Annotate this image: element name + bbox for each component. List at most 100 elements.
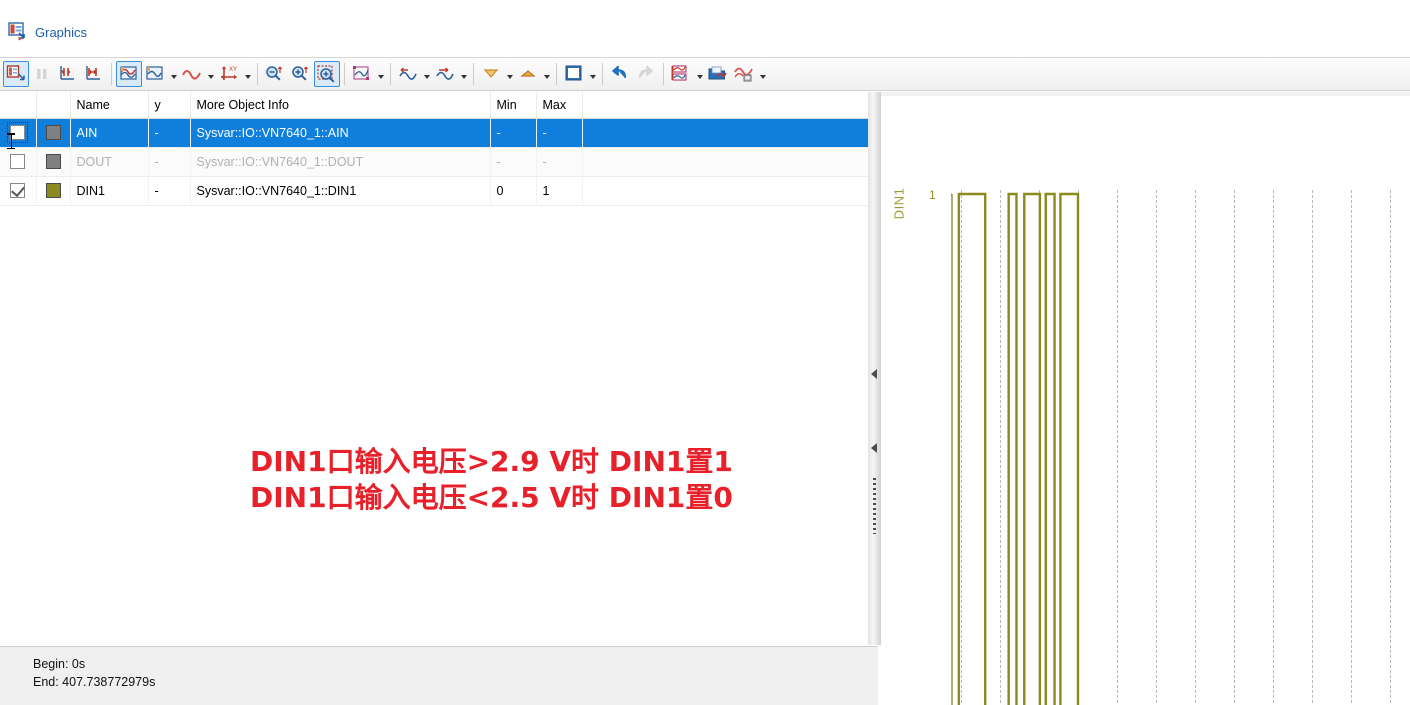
text-cursor-icon xyxy=(7,133,15,149)
graphics-toolbar[interactable]: XY xyxy=(0,57,1410,91)
chevron-down-icon[interactable] xyxy=(504,61,515,87)
row-color-cell[interactable] xyxy=(36,176,71,206)
undo-icon[interactable] xyxy=(607,61,633,87)
row-object-info: Sysvar::IO::VN7640_1::DIN1 xyxy=(190,176,491,206)
marker-down-icon[interactable] xyxy=(478,61,504,87)
row-min: 0 xyxy=(490,176,537,206)
row-checkbox-cell[interactable] xyxy=(0,147,37,177)
toolbar-separator xyxy=(390,63,391,85)
panel-layout-icon[interactable] xyxy=(561,61,587,87)
signal-color-swatch[interactable] xyxy=(45,183,61,199)
row-max: - xyxy=(536,147,583,177)
row-object-info: Sysvar::IO::VN7640_1::AIN xyxy=(190,118,491,148)
chevron-down-icon[interactable] xyxy=(375,61,386,87)
toolbar-separator xyxy=(111,63,112,85)
open-measurement-icon[interactable] xyxy=(705,61,731,87)
chevron-down-icon[interactable] xyxy=(694,61,705,87)
marker-up-icon[interactable] xyxy=(515,61,541,87)
toolbar-separator xyxy=(556,63,557,85)
row-checkbox-cell[interactable] xyxy=(0,176,37,206)
graphic-curve-icon[interactable] xyxy=(116,61,142,87)
measure-cursor-right-icon[interactable] xyxy=(432,61,458,87)
y-tick-label-1: 1 xyxy=(929,188,936,202)
fit-to-window-icon[interactable] xyxy=(55,61,81,87)
chart-top-band xyxy=(881,92,1410,96)
graphic-curve-alt-icon[interactable] xyxy=(142,61,168,87)
chevron-down-icon[interactable] xyxy=(587,61,598,87)
configure-signals-icon[interactable] xyxy=(668,61,694,87)
sine-curve-icon[interactable] xyxy=(179,61,205,87)
column-header-check xyxy=(0,92,37,119)
signal-color-swatch[interactable] xyxy=(45,125,61,141)
signal-chart[interactable]: DIN1 1 0 020406080100120140160180200220 xyxy=(881,92,1410,705)
status-end: End: 407.738772979s xyxy=(33,675,156,689)
column-header-more-object-info[interactable]: More Object Info xyxy=(190,92,491,119)
save-curve-icon[interactable] xyxy=(731,61,757,87)
row-extra xyxy=(582,118,878,148)
column-header-max[interactable]: Max xyxy=(536,92,583,119)
row-name: DIN1 xyxy=(70,176,149,206)
svg-text:XY: XY xyxy=(229,67,237,73)
row-object-info: Sysvar::IO::VN7640_1::DOUT xyxy=(190,147,491,177)
xy-axis-icon[interactable]: XY xyxy=(216,61,242,87)
pause-icon[interactable] xyxy=(29,61,55,87)
visibility-checkbox[interactable] xyxy=(10,154,26,170)
row-min: - xyxy=(490,147,537,177)
row-y: - xyxy=(148,176,191,206)
collapse-left-arrow-icon[interactable] xyxy=(871,443,877,453)
status-begin: Begin: 0s xyxy=(33,657,86,671)
row-color-cell[interactable] xyxy=(36,147,71,177)
row-y: - xyxy=(148,147,191,177)
zoom-out-icon[interactable] xyxy=(262,61,288,87)
row-color-cell[interactable] xyxy=(36,118,71,148)
chevron-down-icon[interactable] xyxy=(205,61,216,87)
table-header-row: Name y More Object Info Min Max xyxy=(0,92,878,119)
splitter-grip[interactable] xyxy=(873,478,876,534)
signal-color-swatch[interactable] xyxy=(45,154,61,170)
annotation-line-1: DIN1口输入电压>2.9 V时 DIN1置1 xyxy=(250,445,733,478)
annotation-text: DIN1口输入电压>2.9 V时 DIN1置1 DIN1口输入电压<2.5 V时… xyxy=(250,444,850,516)
row-y: - xyxy=(148,118,191,148)
redo-icon[interactable] xyxy=(633,61,659,87)
row-max: 1 xyxy=(536,176,583,206)
chevron-down-icon[interactable] xyxy=(421,61,432,87)
toolbar-separator xyxy=(344,63,345,85)
column-header-y[interactable]: y xyxy=(148,92,191,119)
chevron-down-icon[interactable] xyxy=(458,61,469,87)
row-checkbox-cell[interactable] xyxy=(0,118,37,148)
measure-cursor-left-icon[interactable] xyxy=(395,61,421,87)
table-row[interactable]: DOUT - Sysvar::IO::VN7640_1::DOUT - - xyxy=(0,147,878,177)
toolbar-separator xyxy=(602,63,603,85)
table-row[interactable]: DIN1 - Sysvar::IO::VN7640_1::DIN1 0 1 xyxy=(0,176,878,206)
zoom-in-icon[interactable] xyxy=(288,61,314,87)
toolbar-separator xyxy=(663,63,664,85)
signal-waveform xyxy=(957,192,1080,705)
column-header-min[interactable]: Min xyxy=(490,92,537,119)
collapse-left-arrow-icon[interactable] xyxy=(871,369,877,379)
page-title: Graphics xyxy=(35,24,88,40)
panel-splitter[interactable] xyxy=(868,92,881,645)
chevron-down-icon[interactable] xyxy=(242,61,253,87)
table-row[interactable]: AIN - Sysvar::IO::VN7640_1::AIN - - xyxy=(0,118,878,148)
row-max: - xyxy=(536,118,583,148)
show-measurement-window-icon[interactable] xyxy=(3,61,29,87)
chevron-down-icon[interactable] xyxy=(541,61,552,87)
column-header-name[interactable]: Name xyxy=(70,92,149,119)
chevron-down-icon[interactable] xyxy=(757,61,768,87)
status-bar: Begin: 0s End: 407.738772979s xyxy=(0,646,878,705)
object-table: Name y More Object Info Min Max AIN - Sy… xyxy=(0,92,878,206)
zoom-fit-icon[interactable] xyxy=(349,61,375,87)
visibility-checkbox[interactable] xyxy=(10,182,26,199)
toolbar-separator xyxy=(473,63,474,85)
plot-area[interactable] xyxy=(953,190,1410,705)
row-min: - xyxy=(490,118,537,148)
graphics-window-icon xyxy=(8,22,28,42)
zoom-area-icon[interactable] xyxy=(314,61,340,87)
annotation-line-2: DIN1口输入电压<2.5 V时 DIN1置0 xyxy=(250,481,733,514)
chevron-down-icon[interactable] xyxy=(168,61,179,87)
measure-range-icon[interactable] xyxy=(81,61,107,87)
row-extra xyxy=(582,147,878,177)
y-axis-label: DIN1 xyxy=(891,187,907,220)
column-header-extra xyxy=(582,92,878,119)
window-title-row: Graphics xyxy=(8,22,87,42)
